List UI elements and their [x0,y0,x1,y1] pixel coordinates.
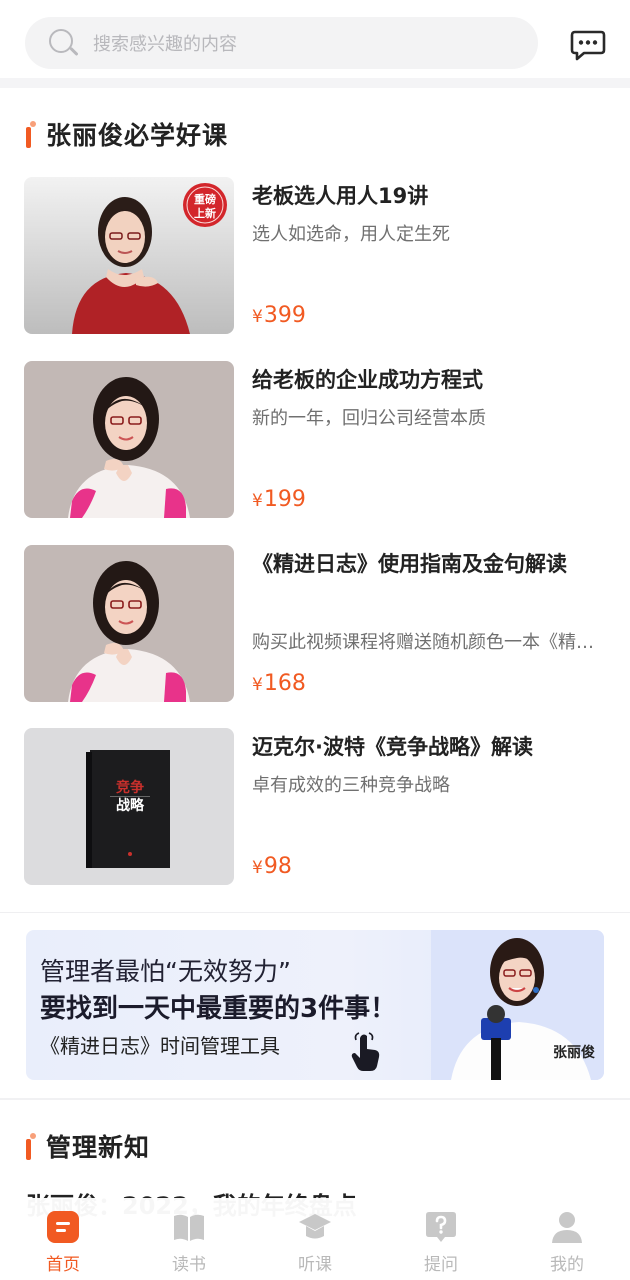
tab-label: 首页 [46,1255,80,1275]
user-icon [552,1212,582,1243]
price-value: 168 [263,671,306,696]
badge-text-line1: 重磅 [194,192,216,206]
banner-line1: 管理者最怕“无效努力” [40,957,291,986]
divider [0,912,630,913]
search-bar[interactable]: 搜索感兴趣的内容 [25,17,538,69]
top-header: 搜索感兴趣的内容 [0,0,630,78]
course-thumbnail: 重磅 上新 [24,177,234,334]
course-subtitle: 新的一年，回归公司经营本质 [252,408,486,429]
chat-bubble-icon[interactable] [570,29,606,61]
tab-label: 读书 [172,1255,206,1275]
course-price: ¥168 [252,671,306,696]
course-title: 给老板的企业成功方程式 [252,368,483,392]
course-card[interactable]: 竞争 战略 迈克尔·波特《竞争战略》解读 卓有成效的三种竞争战略 ¥98 [24,728,606,886]
graduation-cap-icon [299,1214,331,1239]
tab-label: 提问 [424,1255,458,1275]
book-icon [174,1214,204,1241]
course-thumbnail [24,545,234,702]
tab-profile[interactable]: 我的 [504,1198,630,1280]
course-price: ¥98 [252,854,292,879]
section-title-management-news: 管理新知 [24,1128,150,1164]
tab-questions[interactable]: 提问 [378,1198,504,1280]
search-placeholder: 搜索感兴趣的内容 [93,34,237,55]
tab-courses[interactable]: 听课 [252,1198,378,1280]
tab-reading[interactable]: 读书 [126,1198,252,1280]
section-heading: 管理新知 [46,1133,151,1162]
section-title-must-learn: 张丽俊必学好课 [24,116,228,152]
price-value: 98 [263,854,292,879]
tab-label: 我的 [550,1255,584,1275]
currency-symbol: ¥ [252,858,263,878]
currency-symbol: ¥ [252,675,263,695]
course-thumbnail: 竞争 战略 [24,728,234,885]
bottom-tab-bar: 首页 读书 听课 提问 我的 [0,1198,630,1280]
price-value: 399 [263,303,306,328]
course-card[interactable]: 重磅 上新 老板选人用人19讲 选人如选命，用人定生死 ¥399 [24,177,606,335]
question-icon [426,1212,456,1242]
speaker-name: 张丽俊 [553,1045,595,1061]
tap-hand-icon [351,1032,380,1071]
course-title: 迈克尔·波特《竞争战略》解读 [252,735,533,759]
course-subtitle: 卓有成效的三种竞争战略 [252,775,450,796]
banner-line2: 要找到一天中最重要的3件事！ [40,994,397,1024]
price-value: 199 [263,487,306,512]
currency-symbol: ¥ [252,491,263,511]
course-card[interactable]: 《精进日志》使用指南及金句解读 购买此视频课程将赠送随机颜色一本《精进日志》 ¥… [24,545,606,703]
title-accent-mark [24,121,36,148]
course-price: ¥199 [252,487,306,512]
tab-home[interactable]: 首页 [0,1198,126,1280]
section-heading: 张丽俊必学好课 [46,121,229,150]
tab-label: 听课 [298,1255,332,1275]
badge-text-line2: 上新 [194,206,216,220]
title-accent-mark [24,1133,36,1160]
course-title: 老板选人用人19讲 [252,184,429,208]
course-card[interactable]: 给老板的企业成功方程式 新的一年，回归公司经营本质 ¥199 [24,361,606,519]
book-title-line1: 竞争 [116,779,144,796]
search-icon [47,27,79,59]
course-title: 《精进日志》使用指南及金句解读 [252,552,567,576]
course-subtitle: 选人如选命，用人定生死 [252,224,450,245]
course-subtitle: 购买此视频课程将赠送随机颜色一本《精进日志》 [252,632,597,653]
divider [0,78,630,88]
book-title-line2: 战略 [116,797,145,814]
promo-banner[interactable]: 管理者最怕“无效努力” 要找到一天中最重要的3件事！ 《精进日志》时间管理工具 … [26,930,604,1080]
home-icon [47,1211,79,1243]
banner-line3: 《精进日志》时间管理工具 [40,1034,280,1058]
course-price: ¥399 [252,303,306,328]
divider [0,1098,630,1100]
currency-symbol: ¥ [252,307,263,327]
course-thumbnail [24,361,234,518]
